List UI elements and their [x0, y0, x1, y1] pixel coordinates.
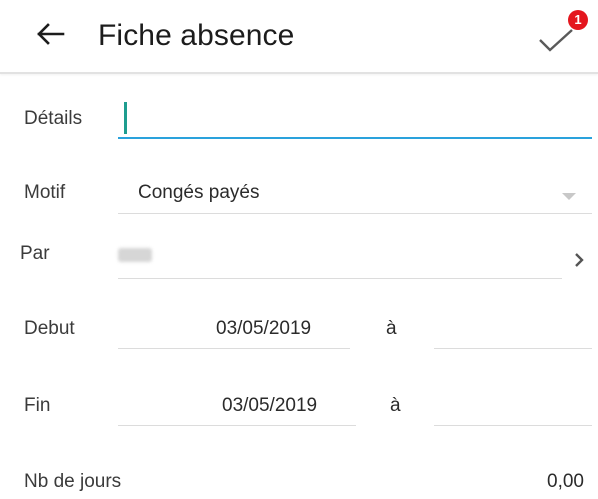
nb-jours-label: Nb de jours — [24, 471, 122, 492]
debut-label: Debut — [24, 318, 75, 339]
par-label: Par — [20, 243, 50, 264]
debut-date-underline — [118, 348, 350, 349]
fin-time-input[interactable] — [434, 383, 592, 427]
motif-label: Motif — [24, 182, 66, 203]
motif-select[interactable]: Congés payés — [118, 170, 592, 214]
par-value-redacted — [118, 248, 152, 262]
details-underline — [118, 137, 592, 139]
debut-separator: à — [386, 318, 397, 339]
par-underline — [118, 278, 562, 279]
debut-date-input[interactable]: 03/05/2019 — [118, 306, 350, 350]
dropdown-triangle-icon — [562, 188, 576, 206]
page-title: Fiche absence — [98, 19, 295, 52]
motif-underline — [118, 213, 592, 214]
par-selector[interactable] — [118, 236, 592, 280]
details-input[interactable] — [118, 96, 592, 140]
debut-date-value: 03/05/2019 — [216, 318, 312, 339]
fin-separator: à — [390, 395, 401, 416]
back-button[interactable] — [30, 18, 70, 54]
fin-date-value: 03/05/2019 — [222, 395, 318, 416]
nb-jours-value: 0,00 — [547, 471, 584, 492]
debut-time-underline — [434, 348, 592, 349]
validate-button[interactable]: 1 — [532, 8, 588, 60]
check-icon — [536, 28, 576, 61]
text-caret — [124, 102, 127, 134]
chevron-right-icon — [574, 252, 584, 273]
fin-label: Fin — [24, 395, 51, 416]
fin-time-underline — [434, 425, 592, 426]
app-header: Fiche absence 1 — [0, 0, 598, 74]
fin-date-underline — [118, 425, 356, 426]
details-label: Détails — [24, 108, 83, 129]
debut-time-input[interactable] — [434, 306, 592, 350]
notification-badge: 1 — [568, 10, 588, 30]
arrow-left-icon — [35, 22, 65, 51]
motif-value: Congés payés — [138, 182, 260, 203]
absence-form-screen: Fiche absence 1 Détails Motif Congés pay… — [0, 0, 598, 499]
fin-date-input[interactable]: 03/05/2019 — [118, 383, 356, 427]
